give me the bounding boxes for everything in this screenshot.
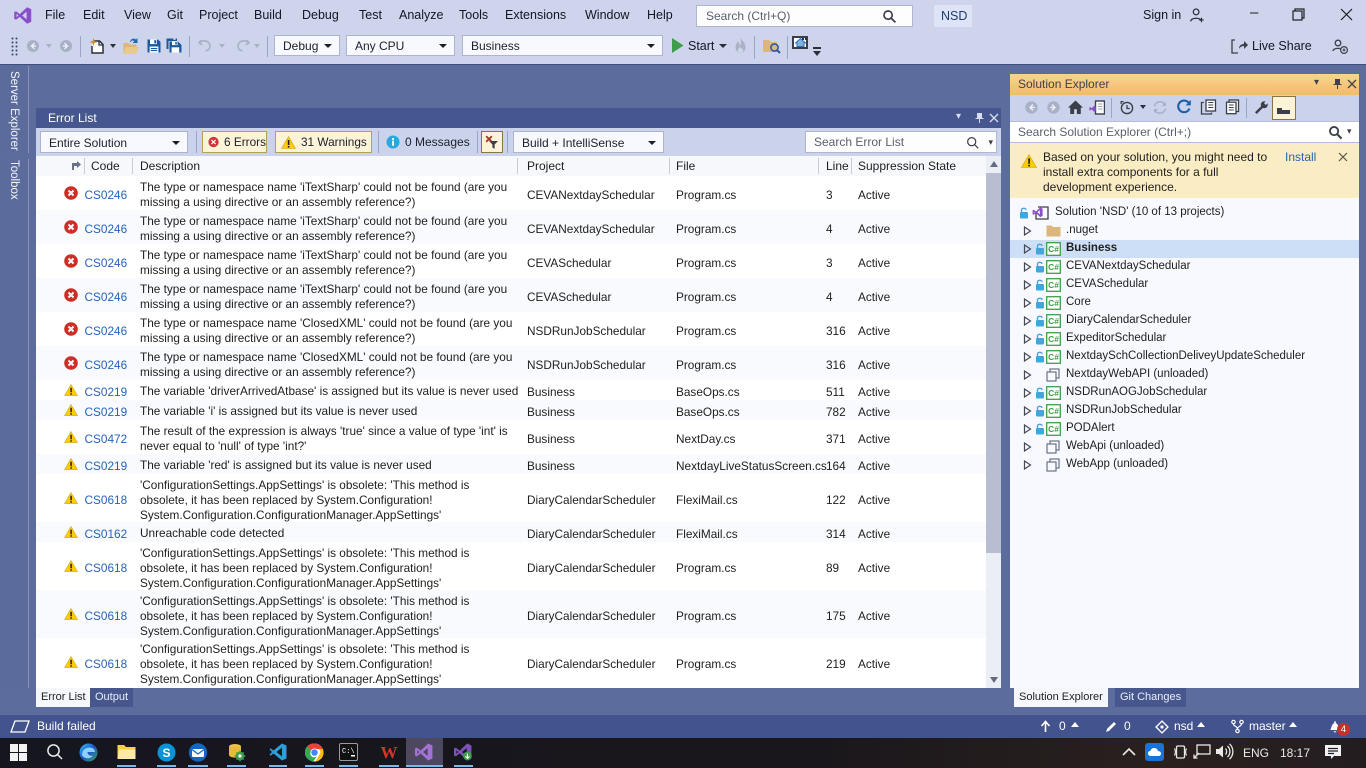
svg-text:C#: C# xyxy=(1048,352,1059,362)
svg-text:C:\: C:\ xyxy=(342,748,355,756)
svg-text:C#: C# xyxy=(1048,424,1059,434)
svg-text:C#: C# xyxy=(1048,316,1059,326)
svg-text:C#: C# xyxy=(1048,280,1059,290)
svg-text:C#: C# xyxy=(1048,244,1059,254)
svg-text:C#: C# xyxy=(1048,334,1059,344)
svg-text:S: S xyxy=(162,746,170,760)
svg-text:C#: C# xyxy=(1048,262,1059,272)
svg-text:W: W xyxy=(381,743,398,761)
svg-text:C#: C# xyxy=(1048,388,1059,398)
svg-text:C#: C# xyxy=(1048,406,1059,416)
svg-text:C#: C# xyxy=(1048,298,1059,308)
